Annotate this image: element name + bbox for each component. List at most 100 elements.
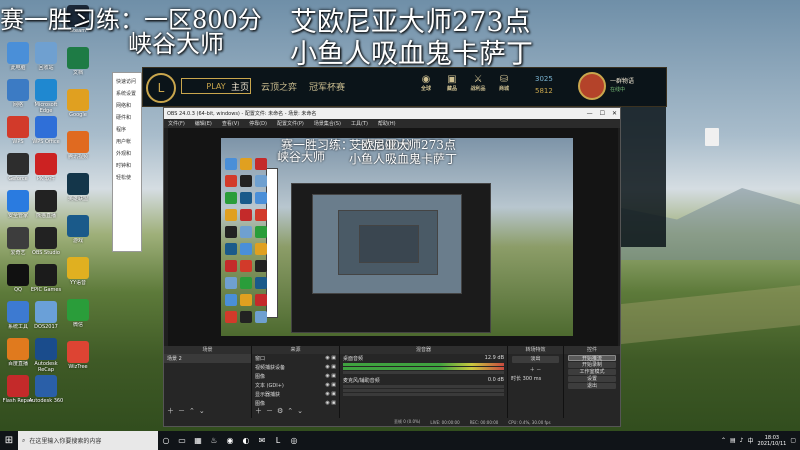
taskbar-search-input[interactable]: ⌕ 在这里输入你要搜索的内容: [18, 431, 158, 450]
source-label: 文本 (GDI+): [255, 383, 284, 389]
file-explorer-window[interactable]: 快速访问系统设置网络和硬件和程序用户帐外观和时钟和轻松使: [112, 72, 142, 252]
source-item[interactable]: 视频捕获设备 ◉ ▣: [252, 363, 339, 372]
desktop-icon[interactable]: Autodesk 360: [28, 375, 64, 410]
desktop-icon[interactable]: 腾讯视频: [60, 131, 96, 166]
tray-arrow-icon[interactable]: ⌃: [721, 437, 726, 444]
steam-taskbar-icon[interactable]: ♨: [206, 431, 222, 450]
ime-tray-icon[interactable]: 中: [747, 436, 753, 445]
obs-menu-item[interactable]: 帮助(H): [378, 120, 396, 127]
mail-taskbar-icon[interactable]: ✉: [254, 431, 270, 450]
desktop-icon[interactable]: Google: [60, 89, 96, 124]
explorer-nav-item[interactable]: 硬件和: [113, 113, 141, 122]
nav-collection[interactable]: ▣ 藏品: [439, 74, 465, 92]
desktop-icon[interactable]: OBS Studio: [28, 227, 64, 262]
eye-lock-icon[interactable]: ◉ ▣: [325, 382, 336, 388]
nav-global[interactable]: ◉ 全球: [413, 74, 439, 92]
close-icon[interactable]: ✕: [612, 110, 617, 117]
nav-loot[interactable]: ⚔ 战利品: [465, 74, 491, 92]
desktop-icon-label: PK 软件: [37, 176, 55, 182]
source-item[interactable]: 图像 ◉ ▣: [252, 372, 339, 381]
desktop-icon[interactable]: 英雄联盟: [60, 173, 96, 208]
volume-slider[interactable]: [343, 393, 504, 396]
wps-icon: [7, 116, 29, 138]
nested-desktop-icon: [240, 209, 252, 221]
obs-menu-item[interactable]: 停靠(D): [249, 120, 267, 127]
nav-clash[interactable]: 冠军杯赛: [309, 80, 345, 93]
desktop-icon[interactable]: YY语音: [60, 257, 96, 292]
network-tray-icon[interactable]: ▤: [730, 437, 736, 444]
live-icon: [7, 338, 29, 360]
desktop-file-icon[interactable]: [705, 128, 719, 146]
desktop-icon[interactable]: Autodesk ReCap: [28, 338, 64, 373]
nav-home[interactable]: 主页: [231, 80, 249, 93]
desktop-icon-label: Autodesk ReCap: [34, 361, 58, 373]
edge-taskbar-icon[interactable]: ◐: [238, 431, 254, 450]
minimize-icon[interactable]: —: [587, 110, 593, 117]
explorer-nav-item[interactable]: 快速访问: [113, 77, 141, 86]
desktop-icon[interactable]: 微信: [60, 299, 96, 334]
explorer-nav-item[interactable]: 轻松使: [113, 173, 141, 182]
desktop-icon[interactable]: Microsoft Edge: [28, 79, 64, 114]
obs-menu-item[interactable]: 查看(V): [222, 120, 239, 127]
eye-lock-icon[interactable]: ◉ ▣: [325, 391, 336, 397]
desktop-icon[interactable]: DOS2017: [28, 301, 64, 336]
start-recording-button[interactable]: 开始录制: [568, 362, 616, 368]
volume-tray-icon[interactable]: ♪: [740, 437, 744, 444]
eye-lock-icon[interactable]: ◉ ▣: [325, 400, 336, 406]
chrome-taskbar-icon[interactable]: ◉: [222, 431, 238, 450]
desktop-icon[interactable]: 熊猫直播: [28, 190, 64, 225]
obs-preview[interactable]: 赛一胜习练：一区800分 峡谷大师 艾欧尼亚大师273点 小鱼人吸血鬼卡萨丁: [168, 128, 618, 346]
volume-slider[interactable]: [343, 371, 504, 374]
desktop-icon[interactable]: EPIC Games: [28, 264, 64, 299]
obs-menu-item[interactable]: 工具(T): [351, 120, 368, 127]
scene-controls[interactable]: ＋－⌃⌄: [167, 406, 209, 416]
desktop-icon[interactable]: PK 软件: [28, 153, 64, 188]
nested-desktop-icon: [255, 226, 267, 238]
desktop-icon[interactable]: 游戏: [60, 215, 96, 250]
explorer-nav-item[interactable]: 系统设置: [113, 89, 141, 98]
transition-select[interactable]: 淡出: [512, 356, 559, 363]
settings-button[interactable]: 设置: [568, 376, 616, 382]
scene-item[interactable]: 场景 2: [164, 354, 251, 363]
source-controls[interactable]: ＋－⚙⌃⌄: [255, 406, 307, 416]
nested-desktop-icon: [255, 260, 267, 272]
desktop-icon[interactable]: WizTree: [60, 341, 96, 376]
explorer-nav-item[interactable]: 用户帐: [113, 137, 141, 146]
exit-button[interactable]: 退出: [568, 383, 616, 389]
eye-lock-icon[interactable]: ◉ ▣: [325, 364, 336, 370]
eye-lock-icon[interactable]: ◉ ▣: [325, 373, 336, 379]
source-item[interactable]: 显示器捕获 ◉ ▣: [252, 390, 339, 399]
duration-value[interactable]: 300 ms: [523, 376, 542, 382]
task-view-icon[interactable]: ○: [158, 431, 174, 450]
windows-start-icon[interactable]: ⊞: [0, 431, 18, 450]
obs-menu-item[interactable]: 编辑(E): [195, 120, 212, 127]
avatar[interactable]: [578, 72, 606, 100]
source-item[interactable]: 文本 (GDI+) ◉ ▣: [252, 381, 339, 390]
search-placeholder: 在这里输入你要搜索的内容: [29, 438, 102, 445]
lol-taskbar-icon[interactable]: L: [270, 431, 286, 450]
taskbar-clock[interactable]: 18:03 2021/10/11: [758, 435, 787, 447]
desktop-icon[interactable]: WPS Office: [28, 116, 64, 151]
obs-menu-item[interactable]: 文件(F): [168, 120, 185, 127]
start-streaming-button[interactable]: 开始推流: [568, 355, 616, 362]
obs-menu-item[interactable]: 场景集合(S): [314, 120, 341, 127]
explorer-nav-item[interactable]: 时钟和: [113, 161, 141, 170]
studio-mode-button[interactable]: 工作室模式: [568, 369, 616, 375]
desktop-icon[interactable]: 文档: [60, 47, 96, 82]
rec-time: REC: 00:00:00: [469, 419, 499, 425]
notification-icon[interactable]: ▢: [790, 437, 796, 444]
explorer-nav-item[interactable]: 网络和: [113, 101, 141, 110]
eye-lock-icon[interactable]: ◉ ▣: [325, 355, 336, 361]
explorer-nav-item[interactable]: 外观和: [113, 149, 141, 158]
transition-controls[interactable]: ＋ －: [508, 365, 563, 374]
file-explorer-taskbar-icon[interactable]: ▭: [174, 431, 190, 450]
maximize-icon[interactable]: ☐: [600, 110, 605, 117]
obs-taskbar-icon[interactable]: ◎: [286, 431, 302, 450]
explorer-nav-item[interactable]: 程序: [113, 125, 141, 134]
nav-store[interactable]: ⛁ 商城: [491, 74, 517, 92]
obs-menu-item[interactable]: 配置文件(P): [277, 120, 304, 127]
store-taskbar-icon[interactable]: ▦: [190, 431, 206, 450]
source-item[interactable]: 窗口 ◉ ▣: [252, 354, 339, 363]
nav-tft[interactable]: 云顶之弈: [261, 80, 297, 93]
desktop-icon[interactable]: 回收站: [28, 42, 64, 77]
